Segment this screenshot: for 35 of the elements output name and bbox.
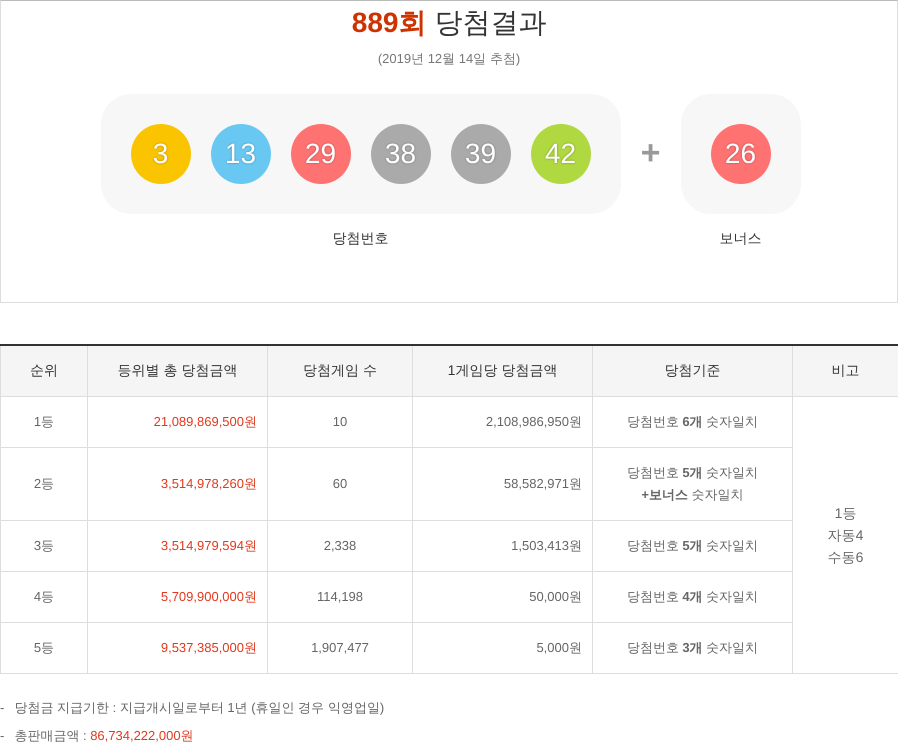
total-prize-cell: 5,709,900,000원 [88, 571, 268, 622]
winners-cell: 114,198 [268, 571, 412, 622]
note-text: 당첨금 지급기한 : 지급개시일로부터 1년 (휴일인 경우 익영업일) [14, 698, 384, 717]
note-text: 총판매금액 : 86,734,222,000원 [14, 726, 194, 744]
winners-cell: 1,907,477 [268, 622, 412, 673]
rank-cell: 1등 [0, 396, 88, 447]
column-header: 순위 [0, 345, 88, 396]
column-header: 1게임당 당첨금액 [412, 345, 592, 396]
winners-cell: 2,338 [268, 520, 412, 571]
per-game-prize-cell: 5,000원 [412, 622, 592, 673]
bullet-dash: - [0, 726, 4, 744]
total-prize-cell: 9,537,385,000원 [88, 622, 268, 673]
per-game-prize-cell: 58,582,971원 [412, 447, 592, 520]
total-prize-cell: 21,089,869,500원 [88, 396, 268, 447]
rank-cell: 5등 [0, 622, 88, 673]
column-header: 등위별 총 당첨금액 [88, 345, 268, 396]
numbers-label: 당첨번호 [332, 228, 388, 248]
per-game-prize-cell: 2,108,986,950원 [412, 396, 592, 447]
bullet-dash: - [0, 698, 4, 716]
column-header: 당첨기준 [592, 345, 792, 396]
total-prize-cell: 3,514,979,594원 [88, 520, 268, 571]
rank-cell: 3등 [0, 520, 88, 571]
criteria-cell: 당첨번호 6개 숫자일치 [592, 396, 792, 447]
plus-sign: + [640, 133, 662, 174]
draw-title: 889회 당첨결과 [352, 6, 546, 40]
draw-date: (2019년 12월 14일 추첨) [378, 50, 520, 68]
bonus-label: 보너스 [720, 228, 762, 248]
rank-cell: 4등 [0, 571, 88, 622]
column-header: 당첨게임 수 [268, 345, 412, 396]
total-prize-cell: 3,514,978,260원 [88, 447, 268, 520]
per-game-prize-cell: 1,503,413원 [412, 520, 592, 571]
rank-cell: 2등 [0, 447, 88, 520]
winners-cell: 10 [268, 396, 412, 447]
per-game-prize-cell: 50,000원 [412, 571, 592, 622]
winners-cell: 60 [268, 447, 412, 520]
